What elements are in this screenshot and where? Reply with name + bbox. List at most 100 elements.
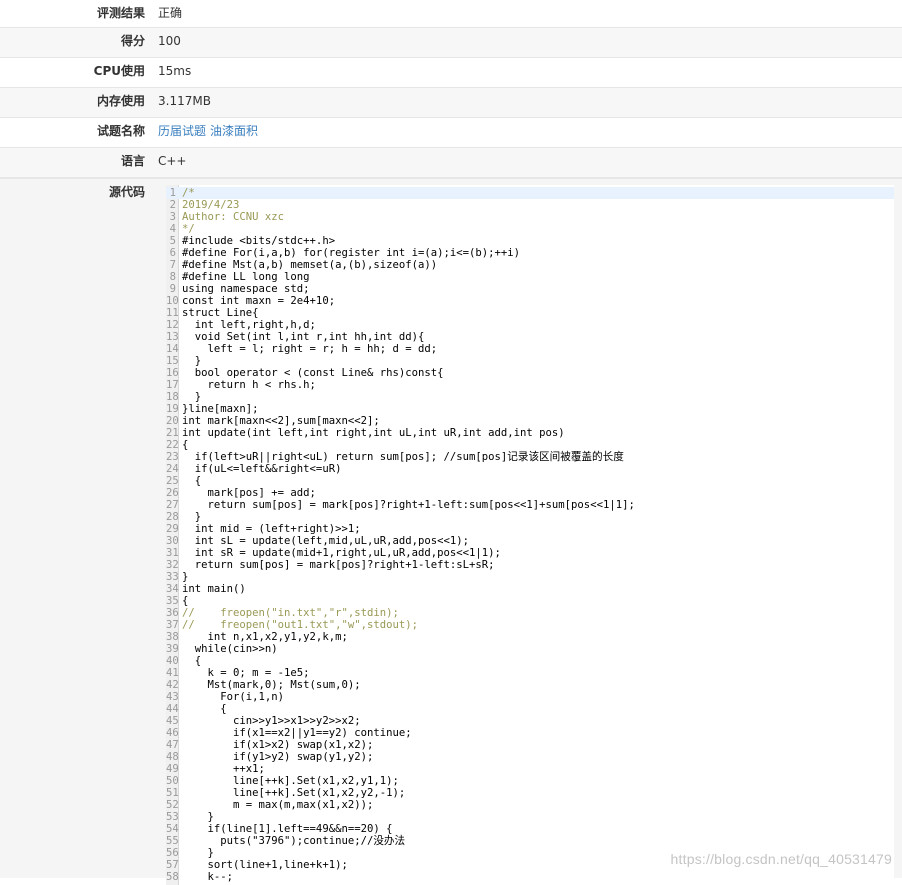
line-number: 7 [169,259,176,271]
line-number: 49 [166,763,179,775]
code-text: } [182,511,202,523]
code-text: }line[maxn]; [182,403,259,415]
line-number: 56 [166,847,179,859]
code-line: 22{ [166,439,894,451]
line-number: 28 [166,511,179,523]
line-number: 23 [166,451,179,463]
code-line: 29 int mid = (left+right)>>1; [166,523,894,535]
line-number: 16 [166,367,179,379]
code-line: 30 int sL = update(left,mid,uL,uR,add,po… [166,535,894,547]
code-text: m = max(m,max(x1,x2)); [182,799,374,811]
code-text: struct Line{ [182,307,259,319]
info-value: 3.117MB [158,94,211,108]
code-text: sort(line+1,line+k+1); [182,859,348,871]
line-number: 9 [169,283,176,295]
code-line: 3 Author: CCNU xzc [166,211,894,223]
code-text: // freopen("out1.txt","w",stdout); [182,619,418,631]
code-line: 13 void Set(int l,int r,int hh,int dd){ [166,331,894,343]
line-number: 6 [169,247,176,259]
code-line: 5 #include <bits/stdc++.h> [166,235,894,247]
code-text: using namespace std; [182,283,310,295]
info-row: 内存使用 3.117MB [0,88,902,118]
info-value: 正确 [158,6,183,20]
code-text: int left,right,h,d; [182,319,316,331]
info-value: 100 [158,34,181,48]
line-number: 46 [166,727,179,739]
line-number: 19 [166,403,179,415]
line-number: 27 [166,499,179,511]
code-line: 16 bool operator < (const Line& rhs)cons… [166,367,894,379]
line-number: 54 [166,823,179,835]
line-number: 47 [166,739,179,751]
line-number: 11 [166,307,179,319]
line-number: 20 [166,415,179,427]
code-line: 37// freopen("out1.txt","w",stdout); [166,619,894,631]
info-label: CPU使用 [93,64,145,78]
code-line: 18 } [166,391,894,403]
code-text: */ [182,223,195,235]
line-number: 38 [166,631,179,643]
code-text: if(uL<=left&&right<=uR) [182,463,342,475]
code-line: 41 k = 0; m = -1e5; [166,667,894,679]
code-text: // freopen("in.txt","r",stdin); [182,607,399,619]
code-line: 2 2019/4/23 [166,199,894,211]
code-text: return sum[pos] = mark[pos]?right+1-left… [182,499,635,511]
line-number: 5 [169,235,176,247]
line-number: 22 [166,439,179,451]
line-number: 36 [166,607,179,619]
line-number: 24 [166,463,179,475]
line-number: 31 [166,547,179,559]
code-line: 38 int n,x1,x2,y1,y2,k,m; [166,631,894,643]
code-text: return sum[pos] = mark[pos]?right+1-left… [182,559,495,571]
line-number: 30 [166,535,179,547]
code-text: Mst(mark,0); Mst(sum,0); [182,679,361,691]
code-line: 49 ++x1; [166,763,894,775]
code-line: 25 { [166,475,894,487]
line-number: 14 [166,343,179,355]
code-line: 14 left = l; right = r; h = hh; d = dd; [166,343,894,355]
problem-title-link[interactable]: 油漆面积 [210,124,258,138]
code-line: 7 #define Mst(a,b) memset(a,(b),sizeof(a)… [166,259,894,271]
code-line: 40 { [166,655,894,667]
code-line: 15 } [166,355,894,367]
code-text: int sR = update(mid+1,right,uL,uR,add,po… [182,547,501,559]
code-text: int mid = (left+right)>>1; [182,523,361,535]
code-text: #define Mst(a,b) memset(a,(b),sizeof(a)) [182,259,438,271]
code-line: 9 using namespace std; [166,283,894,295]
code-line: 52 m = max(m,max(x1,x2)); [166,799,894,811]
line-number: 10 [166,295,179,307]
code-line: 11 struct Line{ [166,307,894,319]
code-text: { [182,655,202,667]
line-number: 52 [166,799,179,811]
code-text: } [182,391,202,403]
line-number: 48 [166,751,179,763]
code-text: { [182,703,227,715]
line-number: 3 [169,211,176,223]
code-line: 55 puts("3796");continue;//没办法 [166,835,894,847]
code-text: if(x1==x2||y1==y2) continue; [182,727,412,739]
line-number: 45 [166,715,179,727]
info-label: 内存使用 [96,94,145,108]
line-number: 1 [169,187,176,199]
line-number: 43 [166,691,179,703]
code-line: 4 */ [166,223,894,235]
line-number: 53 [166,811,179,823]
code-text: if(line[1].left==49&&n==20) { [182,823,393,835]
line-number: 21 [166,427,179,439]
code-line: 53 } [166,811,894,823]
code-text: line[++k].Set(x1,x2,y1,1); [182,775,399,787]
code-line: 17 return h < rhs.h; [166,379,894,391]
problem-category-link[interactable]: 历届试题 [158,124,206,138]
code-text: 2019/4/23 [182,199,240,211]
code-text: puts("3796");continue;//没办法 [182,835,406,847]
code-text: if(y1>y2) swap(y1,y2); [182,751,374,763]
source-code-section: 源代码 1 /* 2 2019/4/23 3 Author: CCNU xzc 4 */ 5 #i… [0,178,902,885]
info-value: C++ [158,154,187,168]
code-text: } [182,811,214,823]
line-number: 50 [166,775,179,787]
code-text: { [182,439,189,451]
code-text: { [182,475,202,487]
code-line: 35{ [166,595,894,607]
line-number: 2 [169,199,176,211]
code-line: 44 { [166,703,894,715]
